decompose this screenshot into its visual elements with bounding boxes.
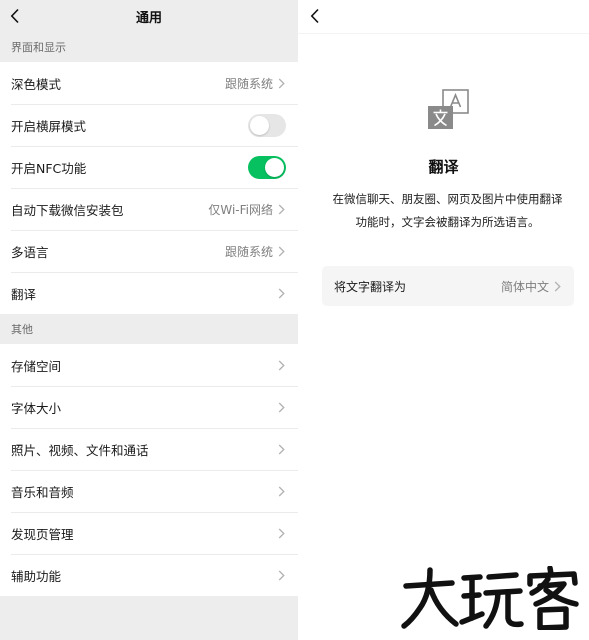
display-settings-group: 深色模式 跟随系统 开启横屏模式 开启NFC功能 自动下载微信安装包 仅Wi-F… (0, 62, 298, 314)
back-arrow-icon (310, 8, 319, 24)
setting-value: 简体中文 (500, 279, 549, 294)
row-font-size[interactable]: 字体大小 (0, 386, 298, 428)
row-label: 辅助功能 (11, 568, 62, 584)
row-value: 跟随系统 (224, 244, 273, 259)
row-label: 字体大小 (11, 400, 62, 416)
translate-icon (428, 89, 469, 129)
chevron-right-icon (278, 443, 286, 455)
toggle-knob (250, 115, 269, 135)
chevron-right-icon (278, 401, 286, 413)
row-storage[interactable]: 存储空间 (0, 344, 298, 386)
back-button[interactable] (6, 7, 24, 25)
row-label: 开启横屏模式 (11, 118, 87, 134)
row-label: 发现页管理 (11, 526, 74, 542)
chevron-right-icon (278, 203, 286, 215)
row-media-files-calls[interactable]: 照片、视频、文件和通话 (0, 428, 298, 470)
right-header (298, 0, 589, 34)
chevron-right-icon (278, 77, 286, 89)
translate-title: 翻译 (428, 158, 459, 176)
description-line: 功能时，文字会被翻译为所选语言。 (355, 215, 540, 229)
translate-settings-panel: 翻译 在微信聊天、朋友圈、网页及图片中使用翻译 功能时，文字会被翻译为所选语言。… (298, 0, 589, 640)
chevron-right-icon (278, 485, 286, 497)
row-language[interactable]: 多语言 跟随系统 (0, 230, 298, 272)
setting-label: 将文字翻译为 (334, 279, 407, 294)
row-nfc: 开启NFC功能 (0, 146, 298, 188)
description-line: 在微信聊天、朋友圈、网页及图片中使用翻译 (332, 192, 563, 206)
watermark-logo (401, 566, 579, 630)
chevron-right-icon (278, 569, 286, 581)
row-landscape-mode: 开启横屏模式 (0, 104, 298, 146)
row-accessibility[interactable]: 辅助功能 (0, 554, 298, 596)
section-label-display: 界面和显示 (11, 41, 66, 54)
chevron-right-icon (278, 245, 286, 257)
chevron-right-icon (554, 280, 562, 292)
row-label: 翻译 (11, 286, 37, 302)
translate-description: 在微信聊天、朋友圈、网页及图片中使用翻译 功能时，文字会被翻译为所选语言。 (320, 188, 575, 234)
row-label: 开启NFC功能 (11, 160, 87, 176)
chevron-right-icon (278, 359, 286, 371)
row-label: 音乐和音频 (11, 484, 74, 500)
row-label: 多语言 (11, 244, 49, 260)
back-button[interactable] (306, 7, 324, 25)
row-discover-management[interactable]: 发现页管理 (0, 512, 298, 554)
page-title: 通用 (135, 10, 162, 26)
left-header: 通用 (0, 0, 298, 32)
back-arrow-icon (10, 8, 19, 24)
other-settings-group: 存储空间 字体大小 照片、视频、文件和通话 音乐和音频 发现页管理 辅助功能 (0, 344, 298, 596)
section-label-other: 其他 (11, 323, 33, 336)
chevron-right-icon (278, 287, 286, 299)
row-translate[interactable]: 翻译 (0, 272, 298, 314)
landscape-toggle[interactable] (248, 113, 286, 137)
row-value: 跟随系统 (224, 76, 273, 91)
translate-target-language-row[interactable]: 将文字翻译为 简体中文 (322, 266, 574, 306)
row-label: 深色模式 (11, 76, 62, 92)
row-dark-mode[interactable]: 深色模式 跟随系统 (0, 62, 298, 104)
row-music-audio[interactable]: 音乐和音频 (0, 470, 298, 512)
row-label: 自动下载微信安装包 (11, 202, 124, 218)
row-label: 照片、视频、文件和通话 (11, 442, 149, 458)
row-label: 存储空间 (11, 358, 62, 374)
nfc-toggle[interactable] (248, 155, 286, 179)
row-value: 仅Wi-Fi网络 (208, 202, 273, 217)
general-settings-panel: 通用 界面和显示 深色模式 跟随系统 开启横屏模式 开启NFC功能 自动下载微信… (0, 0, 298, 640)
chevron-right-icon (278, 527, 286, 539)
toggle-knob (265, 157, 284, 177)
row-auto-download[interactable]: 自动下载微信安装包 仅Wi-Fi网络 (0, 188, 298, 230)
